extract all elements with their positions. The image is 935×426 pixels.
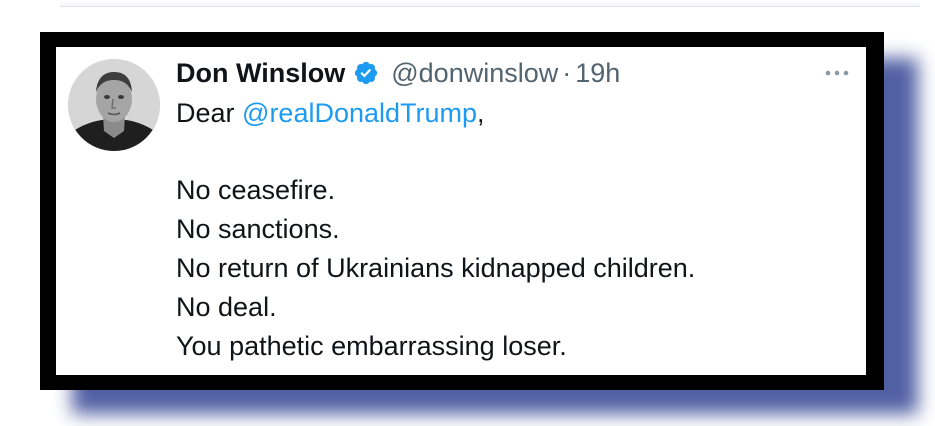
more-options-icon[interactable]: [820, 61, 854, 85]
author-name[interactable]: Don Winslow: [176, 56, 345, 90]
greeting-line: Dear @realDonaldTrump,: [176, 94, 856, 133]
post-time[interactable]: 19h: [575, 56, 620, 90]
verified-badge-icon: [353, 60, 379, 86]
tweet-line: No ceasefire.: [176, 175, 336, 205]
avatar[interactable]: [68, 59, 160, 151]
tweet-line: No deal.: [176, 292, 277, 322]
tweet-card: Don Winslow @donwinslow · 19h Dear @real…: [56, 47, 866, 375]
greeting-suffix: ,: [477, 98, 485, 128]
tweet-header: Don Winslow @donwinslow · 19h: [176, 56, 620, 90]
mention-link[interactable]: @realDonaldTrump: [242, 98, 477, 128]
greeting-prefix: Dear: [176, 98, 243, 128]
tweet-text: Dear @realDonaldTrump, No ceasefire. No …: [176, 94, 856, 366]
tweet-line: You pathetic embarrassing loser.: [176, 331, 567, 361]
previous-post-edge: [60, 0, 920, 7]
author-handle[interactable]: @donwinslow: [391, 56, 558, 90]
separator-dot: ·: [562, 58, 572, 88]
tweet-line: No return of Ukrainians kidnapped childr…: [176, 253, 696, 283]
tweet-line: No sanctions.: [176, 214, 340, 244]
